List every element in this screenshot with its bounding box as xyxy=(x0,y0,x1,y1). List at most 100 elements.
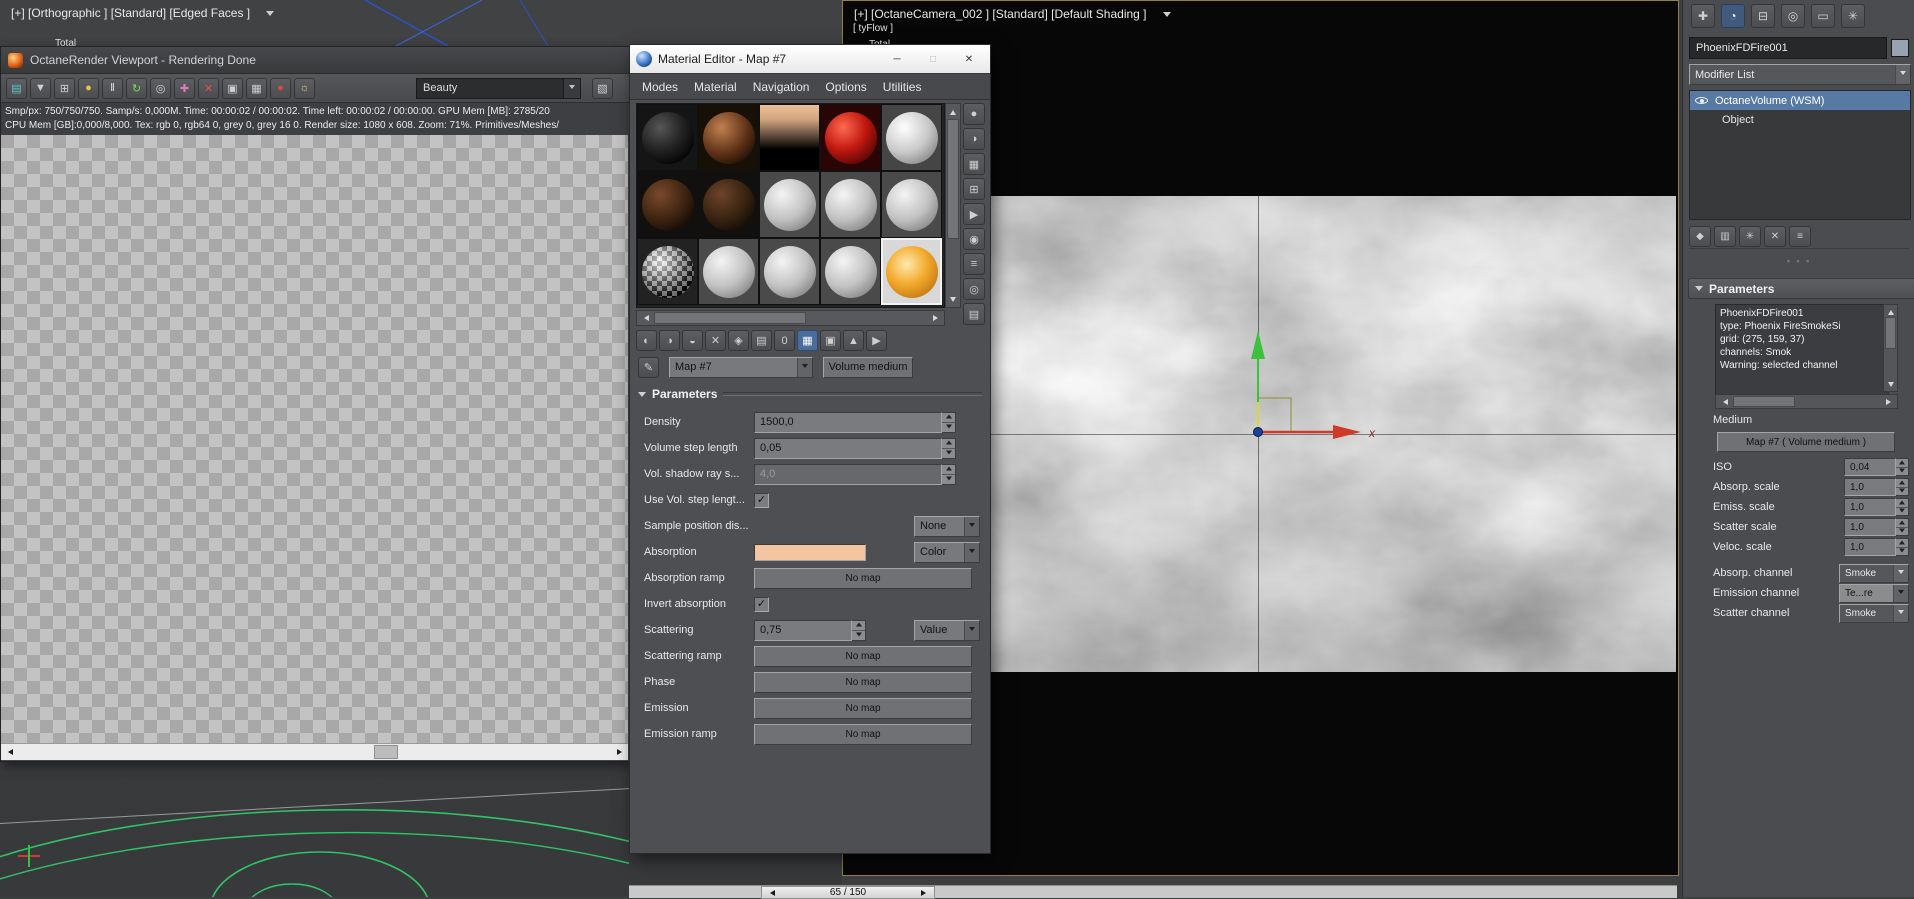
region-render-icon[interactable]: ▦ xyxy=(246,77,267,99)
veloc-scale-spinner[interactable] xyxy=(1896,538,1909,556)
scrollbar-track[interactable] xyxy=(946,117,960,294)
emission-channel-dropdown[interactable]: Te...re xyxy=(1839,583,1909,603)
info-horizontal-scrollbar[interactable] xyxy=(1715,394,1898,409)
pick-focus-icon[interactable]: ◎ xyxy=(150,77,171,99)
options-icon[interactable]: ≡ xyxy=(963,253,985,275)
scattering-spinner[interactable] xyxy=(852,619,866,641)
absorption-ramp-button[interactable]: No map xyxy=(754,567,972,589)
scrollbar-track[interactable] xyxy=(652,311,929,325)
scroll-right-icon[interactable] xyxy=(613,744,628,760)
panel-resize-grip[interactable]: ▪ ▪ ▪ xyxy=(1683,256,1914,266)
configure-modifier-sets-icon[interactable]: ≡ xyxy=(1789,225,1811,247)
material-slot[interactable] xyxy=(820,238,881,305)
render-result-canvas[interactable] xyxy=(1,135,628,743)
material-slot[interactable] xyxy=(698,104,759,171)
sample-uv-tiling-icon[interactable]: ⊞ xyxy=(963,178,985,200)
sample-type-icon[interactable]: ● xyxy=(963,103,985,125)
video-color-check-icon[interactable]: ▶ xyxy=(963,203,985,225)
material-slot[interactable] xyxy=(637,104,698,171)
go-to-parent-icon[interactable]: ▲ xyxy=(843,330,864,351)
scrollbar-track[interactable] xyxy=(1884,316,1897,380)
octane-window-titlebar[interactable]: OctaneRender Viewport - Rendering Done xyxy=(1,47,630,74)
phase-map-button[interactable]: No map xyxy=(754,671,972,693)
menu-utilities[interactable]: Utilities xyxy=(875,77,930,97)
scattering-field[interactable]: 0,75 xyxy=(754,619,852,641)
volume-step-spinner[interactable] xyxy=(942,437,956,459)
scroll-up-icon[interactable] xyxy=(1884,305,1897,316)
sample-position-dropdown[interactable]: None xyxy=(914,515,980,537)
clay-mode-icon[interactable]: ▣ xyxy=(222,77,243,99)
show-end-result-icon[interactable]: ▣ xyxy=(820,330,841,351)
material-name-dropdown[interactable]: Map #7 xyxy=(669,356,813,378)
export-render-icon[interactable]: ▤ xyxy=(6,77,27,99)
time-slider-track[interactable]: 65 / 150 xyxy=(629,885,1677,899)
go-forward-sibling-icon[interactable]: ▶ xyxy=(866,330,887,351)
material-slot[interactable] xyxy=(820,104,881,171)
show-map-in-viewport-icon[interactable]: ▦ xyxy=(797,330,818,351)
material-slot[interactable] xyxy=(759,238,820,305)
emission-map-button[interactable]: No map xyxy=(754,697,972,719)
maximize-button[interactable]: □ xyxy=(918,49,948,69)
camera-viewport-label-menu[interactable]: [+] [OctaneCamera_002 ] [Standard] [Defa… xyxy=(854,7,1171,21)
scroll-down-icon[interactable] xyxy=(1884,380,1897,391)
save-image-icon[interactable]: ▼ xyxy=(30,77,51,99)
material-slot[interactable] xyxy=(759,171,820,238)
material-editor-titlebar[interactable]: Material Editor - Map #7 ─ □ ✕ xyxy=(630,45,990,73)
dropdown-arrow-icon[interactable] xyxy=(964,542,979,562)
scroll-right-icon[interactable] xyxy=(1882,395,1897,408)
select-by-material-icon[interactable]: ◎ xyxy=(963,278,985,300)
dropdown-arrow-icon[interactable] xyxy=(1893,584,1908,602)
scroll-left-icon[interactable] xyxy=(637,311,652,325)
menu-material[interactable]: Material xyxy=(686,77,745,97)
dropdown-arrow-icon[interactable] xyxy=(563,78,580,98)
rollout-collapse-icon[interactable] xyxy=(638,391,646,401)
slots-horizontal-scrollbar[interactable] xyxy=(636,310,945,326)
stop-render-icon[interactable]: ✕ xyxy=(198,77,219,99)
material-type-button[interactable]: Volume medium xyxy=(823,356,913,378)
menu-navigation[interactable]: Navigation xyxy=(745,77,818,97)
dropdown-arrow-icon[interactable] xyxy=(964,620,979,640)
record-icon[interactable]: ● xyxy=(270,77,291,99)
material-slot[interactable] xyxy=(637,171,698,238)
modifier-stack-item-object[interactable]: Object xyxy=(1690,110,1910,129)
iso-field[interactable]: 0,04 xyxy=(1844,458,1896,476)
time-slider-handle[interactable]: 65 / 150 xyxy=(761,886,935,899)
scatter-channel-dropdown[interactable]: Smoke xyxy=(1839,603,1909,623)
material-slot[interactable] xyxy=(698,238,759,305)
utilities-tab[interactable]: ✳ xyxy=(1841,4,1865,28)
absorption-mode-dropdown[interactable]: Color xyxy=(914,541,980,563)
make-unique-stack-icon[interactable]: ✳ xyxy=(1739,225,1761,247)
scrollbar-thumb[interactable] xyxy=(1733,396,1795,407)
render-pass-dropdown[interactable]: Beauty xyxy=(416,77,581,99)
scatter-scale-spinner[interactable] xyxy=(1896,518,1909,536)
make-preview-icon[interactable]: ◉ xyxy=(963,228,985,250)
density-field[interactable]: 1500,0 xyxy=(754,411,942,433)
material-slot-volume-map[interactable] xyxy=(759,104,820,171)
veloc-scale-field[interactable]: 1,0 xyxy=(1844,538,1896,556)
scroll-left-icon[interactable] xyxy=(1,744,16,760)
make-unique-icon[interactable]: ◈ xyxy=(728,330,749,351)
scatter-scale-field[interactable]: 1,0 xyxy=(1844,518,1896,536)
emiss-scale-field[interactable]: 1,0 xyxy=(1844,498,1896,516)
get-material-icon[interactable]: ◐ xyxy=(636,330,657,351)
render-horizontal-scrollbar[interactable] xyxy=(1,743,628,760)
motion-tab[interactable]: ◎ xyxy=(1781,4,1805,28)
medium-map-button[interactable]: Map #7 ( Volume medium ) xyxy=(1717,432,1895,452)
menu-modes[interactable]: Modes xyxy=(634,77,686,97)
pin-stack-icon[interactable]: ◆ xyxy=(1689,225,1711,247)
parameters-rollout-header[interactable]: Parameters xyxy=(638,385,982,403)
iso-spinner[interactable] xyxy=(1896,458,1909,476)
viewport-label-menu[interactable]: [+] [Orthographic ] [Standard] [Edged Fa… xyxy=(11,6,275,20)
scroll-up-icon[interactable] xyxy=(946,104,960,117)
use-vol-step-checkbox[interactable]: ✓ xyxy=(754,492,769,508)
emiss-scale-spinner[interactable] xyxy=(1896,498,1909,516)
remove-modifier-icon[interactable]: ✕ xyxy=(1764,225,1786,247)
hierarchy-tab[interactable]: ⊟ xyxy=(1751,4,1775,28)
assign-material-to-selection-icon[interactable]: ◒ xyxy=(682,330,703,351)
dropdown-arrow-icon[interactable] xyxy=(797,357,812,377)
restart-render-icon[interactable]: ↻ xyxy=(126,77,147,99)
material-map-navigator-icon[interactable]: ▤ xyxy=(963,303,985,325)
scrollbar-thumb[interactable] xyxy=(947,119,959,239)
scroll-down-icon[interactable] xyxy=(946,294,960,307)
absorp-scale-spinner[interactable] xyxy=(1896,478,1909,496)
